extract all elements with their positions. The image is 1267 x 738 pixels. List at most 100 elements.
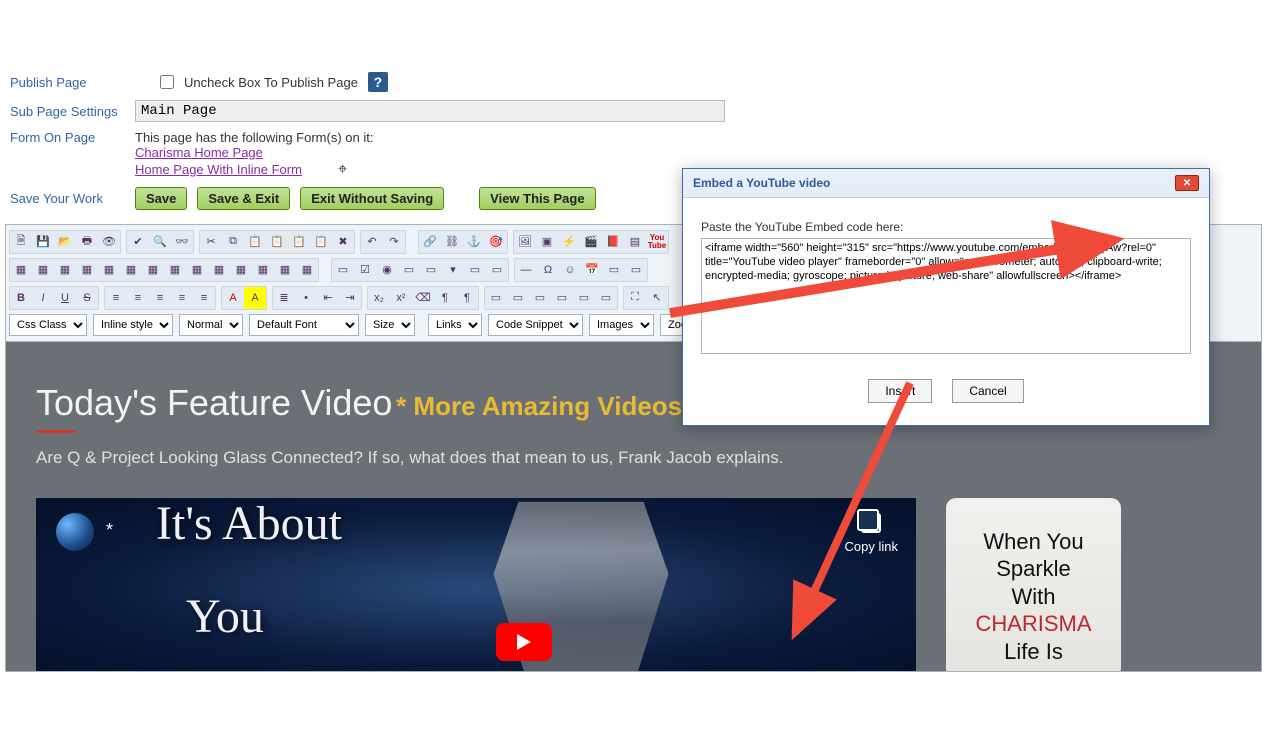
- merge-cells-icon[interactable]: ▦: [186, 259, 208, 281]
- target-icon[interactable]: 🎯: [485, 231, 507, 253]
- hidden-field-icon[interactable]: ▭: [486, 259, 508, 281]
- sub-icon[interactable]: x₂: [368, 287, 390, 309]
- smiley-icon[interactable]: ☺: [559, 259, 581, 281]
- rtl-icon[interactable]: ¶: [456, 287, 478, 309]
- col-insert-left-icon[interactable]: ▦: [98, 259, 120, 281]
- anchor-icon[interactable]: ⚓: [463, 231, 485, 253]
- movie-icon[interactable]: 🎬: [580, 231, 602, 253]
- pos-1-icon[interactable]: ▭: [485, 287, 507, 309]
- publish-checkbox[interactable]: [160, 75, 174, 89]
- exit-without-saving-button[interactable]: Exit Without Saving: [300, 187, 444, 210]
- images-select[interactable]: Images: [589, 314, 654, 336]
- align-left-icon[interactable]: ≡: [105, 287, 127, 309]
- copy-icon[interactable]: ⧉: [222, 231, 244, 253]
- css-class-select[interactable]: Css Class: [9, 314, 87, 336]
- help-icon[interactable]: ?: [368, 72, 388, 92]
- cut-icon[interactable]: ✂: [200, 231, 222, 253]
- pos-5-icon[interactable]: ▭: [573, 287, 595, 309]
- pdf-icon[interactable]: 📕: [602, 231, 624, 253]
- align-center-icon[interactable]: ≡: [127, 287, 149, 309]
- form-icon[interactable]: ▭: [332, 259, 354, 281]
- new-doc-icon[interactable]: 🗎: [10, 231, 32, 253]
- form-link-charisma[interactable]: Charisma Home Page: [135, 145, 373, 162]
- select-field-icon[interactable]: ▾: [442, 259, 464, 281]
- template-icon[interactable]: ▤: [624, 231, 646, 253]
- table-delete-icon[interactable]: ▦: [252, 259, 274, 281]
- table-misc2-icon[interactable]: ▦: [296, 259, 318, 281]
- hr-icon[interactable]: ―: [515, 259, 537, 281]
- paste-text-icon[interactable]: 📋: [266, 231, 288, 253]
- iframe-icon[interactable]: ▭: [625, 259, 647, 281]
- inline-style-select[interactable]: Inline style: [93, 314, 173, 336]
- binoculars-icon[interactable]: 👓: [171, 231, 193, 253]
- dialog-close-button[interactable]: [1175, 175, 1199, 191]
- undo-icon[interactable]: ↶: [361, 231, 383, 253]
- pos-3-icon[interactable]: ▭: [529, 287, 551, 309]
- justify-icon[interactable]: ≡: [171, 287, 193, 309]
- col-delete-icon[interactable]: ▦: [164, 259, 186, 281]
- forecolor-icon[interactable]: A: [222, 287, 244, 309]
- col-insert-right-icon[interactable]: ▦: [120, 259, 142, 281]
- font-select[interactable]: Default Font: [249, 314, 359, 336]
- delete-icon[interactable]: ✖: [332, 231, 354, 253]
- size-select[interactable]: Size: [365, 314, 415, 336]
- find-icon[interactable]: 🔍: [149, 231, 171, 253]
- copy-link-button[interactable]: Copy link: [845, 513, 898, 554]
- open-icon[interactable]: 📂: [54, 231, 76, 253]
- save-exit-button[interactable]: Save & Exit: [197, 187, 290, 210]
- embed-code-textarea[interactable]: [701, 238, 1191, 354]
- pos-2-icon[interactable]: ▭: [507, 287, 529, 309]
- pos-4-icon[interactable]: ▭: [551, 287, 573, 309]
- view-page-button[interactable]: View This Page: [479, 187, 595, 210]
- text-field-icon[interactable]: ▭: [398, 259, 420, 281]
- table-prop-icon[interactable]: ▦: [32, 259, 54, 281]
- video-thumbnail[interactable]: * It's About You Copy link: [36, 498, 916, 672]
- preview-icon[interactable]: 👁: [98, 231, 120, 253]
- paste-icon[interactable]: 📋: [244, 231, 266, 253]
- ul-icon[interactable]: •: [295, 287, 317, 309]
- underline-icon[interactable]: U: [54, 287, 76, 309]
- textarea-field-icon[interactable]: ▭: [420, 259, 442, 281]
- outdent-icon[interactable]: ⇤: [317, 287, 339, 309]
- pos-6-icon[interactable]: ▭: [595, 287, 617, 309]
- sup-icon[interactable]: x²: [390, 287, 412, 309]
- play-icon[interactable]: [496, 623, 552, 661]
- cancel-button[interactable]: Cancel: [952, 379, 1023, 403]
- cell-prop-icon[interactable]: ▦: [230, 259, 252, 281]
- bold-icon[interactable]: B: [10, 287, 32, 309]
- redo-icon[interactable]: ↷: [383, 231, 405, 253]
- div-icon[interactable]: ▭: [603, 259, 625, 281]
- links-select[interactable]: Links: [428, 314, 482, 336]
- print-icon[interactable]: 🖶: [76, 231, 98, 253]
- paragraph-select[interactable]: Normal: [179, 314, 243, 336]
- backcolor-icon[interactable]: A: [244, 287, 266, 309]
- align-none-icon[interactable]: ≡: [193, 287, 215, 309]
- save-icon[interactable]: 💾: [32, 231, 54, 253]
- italic-icon[interactable]: I: [32, 287, 54, 309]
- subpage-input[interactable]: [135, 100, 725, 122]
- split-cell-icon[interactable]: ▦: [208, 259, 230, 281]
- row-insert-below-icon[interactable]: ▦: [76, 259, 98, 281]
- save-button[interactable]: Save: [135, 187, 187, 210]
- paste-word-icon[interactable]: 📋: [288, 231, 310, 253]
- table-misc1-icon[interactable]: ▦: [274, 259, 296, 281]
- image-icon[interactable]: 🖼: [514, 231, 536, 253]
- fullscreen-icon[interactable]: ⛶: [624, 287, 646, 309]
- flash-icon[interactable]: ⚡: [558, 231, 580, 253]
- unlink-icon[interactable]: ⛓: [441, 231, 463, 253]
- indent-icon[interactable]: ⇥: [339, 287, 361, 309]
- char-icon[interactable]: Ω: [537, 259, 559, 281]
- strike-icon[interactable]: S: [76, 287, 98, 309]
- paste-html-icon[interactable]: 📋: [310, 231, 332, 253]
- youtube-embed-button[interactable]: You Tube: [646, 231, 668, 253]
- row-insert-above-icon[interactable]: ▦: [54, 259, 76, 281]
- radio-field-icon[interactable]: ◉: [376, 259, 398, 281]
- ltr-icon[interactable]: ¶: [434, 287, 456, 309]
- snippet-select[interactable]: Code Snippet: [488, 314, 583, 336]
- button-field-icon[interactable]: ▭: [464, 259, 486, 281]
- checkbox-field-icon[interactable]: ☑: [354, 259, 376, 281]
- date-icon[interactable]: 📅: [581, 259, 603, 281]
- align-right-icon[interactable]: ≡: [149, 287, 171, 309]
- ol-icon[interactable]: ≣: [273, 287, 295, 309]
- link-icon[interactable]: 🔗: [419, 231, 441, 253]
